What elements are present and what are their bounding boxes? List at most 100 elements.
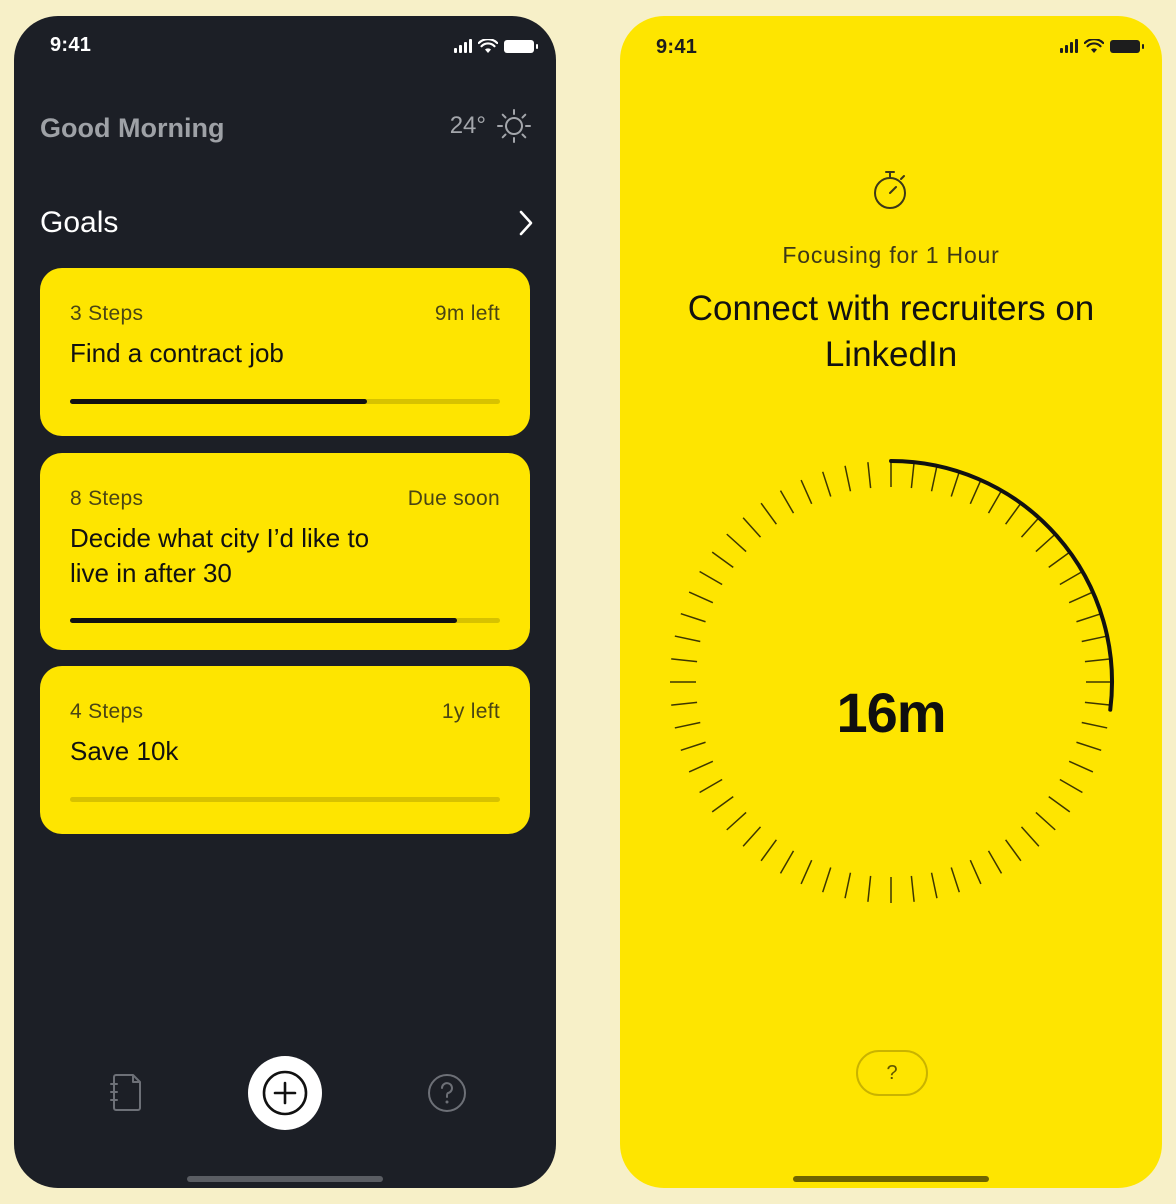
sun-icon	[497, 109, 531, 143]
help-button[interactable]: ?	[856, 1050, 928, 1096]
timer-tick	[726, 533, 747, 553]
timer-tick	[950, 471, 961, 497]
status-bar: 9:41	[620, 16, 1162, 76]
timer-tick	[726, 811, 747, 831]
status-icons	[454, 36, 538, 56]
goal-due: Due soon	[407, 487, 500, 510]
focus-duration-label: Focusing for 1 Hour	[782, 242, 1000, 268]
timer-tick	[1068, 591, 1094, 604]
timer-tick	[699, 570, 723, 586]
timer-tick	[867, 875, 872, 902]
goals-title: Goals	[40, 206, 119, 239]
goal-meta: 4 Steps 1y left	[70, 700, 500, 724]
timer-tick	[711, 551, 734, 568]
wifi-icon	[478, 38, 498, 53]
timer-tick	[779, 490, 795, 514]
timer-tick	[711, 796, 734, 813]
status-icons	[1060, 36, 1144, 56]
timer-tick	[969, 859, 982, 885]
home-indicator	[793, 1176, 989, 1182]
goal-steps: 3 Steps	[70, 302, 144, 325]
timer-tick	[1005, 502, 1022, 525]
timer-tick	[910, 462, 915, 489]
goal-progress-fill	[70, 618, 457, 623]
timer-tick	[1059, 570, 1083, 586]
signal-icon	[1060, 39, 1078, 53]
battery-icon	[504, 39, 538, 53]
timer-tick	[688, 591, 714, 604]
timer-tick	[987, 850, 1003, 874]
timer-tick	[674, 635, 701, 643]
chevron-right-icon[interactable]	[518, 209, 534, 237]
goal-steps: 8 Steps	[70, 487, 144, 510]
greeting: Good Morning	[40, 113, 225, 143]
notebook-icon[interactable]	[108, 1072, 144, 1112]
goal-progress-fill	[70, 399, 367, 404]
goal-card[interactable]: 8 Steps Due soon Decide what city I’d li…	[40, 453, 530, 650]
timer-tick	[1048, 796, 1071, 813]
timer-remaining-arc	[889, 459, 1114, 712]
timer-tick	[1076, 612, 1102, 623]
timer-tick	[1084, 658, 1111, 663]
status-time: 9:41	[50, 34, 92, 56]
home-screen: 9:41 Good Morning 24° Goals 3 Steps 9m l…	[14, 16, 556, 1188]
help-circle-icon[interactable]	[427, 1073, 467, 1113]
timer-tick	[760, 502, 777, 525]
goal-meta: 8 Steps Due soon	[70, 487, 500, 511]
goal-due: 9m left	[434, 302, 500, 325]
timer-tick	[1020, 517, 1040, 538]
goal-progress-bar	[70, 797, 500, 802]
goal-progress-bar	[70, 399, 500, 404]
goal-steps: 4 Steps	[70, 700, 144, 723]
timer-tick	[1020, 826, 1040, 847]
timer-tick	[950, 867, 961, 893]
goal-title: Save 10k	[70, 736, 179, 766]
timer-tick	[844, 872, 852, 899]
goal-card[interactable]: 3 Steps 9m left Find a contract job	[40, 268, 530, 436]
timer-tick	[821, 471, 832, 497]
goal-title: Decide what city I’d like to live in aft…	[70, 523, 370, 588]
timer-tick	[1035, 533, 1056, 553]
timer-tick	[867, 462, 872, 489]
timer-tick	[742, 826, 762, 847]
status-bar: 9:41	[14, 16, 556, 76]
timer-tick	[688, 760, 714, 773]
timer-tick	[987, 490, 1003, 514]
goals-header[interactable]: Goals	[40, 206, 534, 240]
goal-progress-bar	[70, 618, 500, 623]
timer-tick	[680, 612, 706, 623]
goal-meta: 3 Steps 9m left	[70, 302, 500, 326]
signal-icon	[454, 39, 472, 53]
bottom-nav	[14, 1056, 556, 1130]
timer-tick	[910, 875, 915, 902]
timer-tick	[1005, 839, 1022, 862]
goal-due: 1y left	[441, 700, 500, 723]
goal-title: Find a contract job	[70, 338, 284, 368]
weather: 24°	[450, 108, 532, 144]
timer-tick	[844, 465, 852, 492]
focus-screen: 9:41 Focusing for 1 Hour Connect with re…	[620, 16, 1162, 1188]
timer-tick	[821, 867, 832, 893]
timer-tick	[930, 465, 938, 492]
timer-tick	[800, 859, 813, 885]
timer-tick	[779, 850, 795, 874]
timer-tick	[760, 839, 777, 862]
home-indicator	[187, 1176, 383, 1182]
timer-tick	[742, 517, 762, 538]
add-circle-icon[interactable]	[248, 1056, 322, 1130]
timer-tick	[1081, 635, 1108, 643]
timer-tick	[1059, 778, 1083, 794]
timer-tick	[1035, 811, 1056, 831]
timer-tick	[1048, 551, 1071, 568]
timer-tick	[930, 872, 938, 899]
timer-tick	[671, 658, 698, 663]
goal-card[interactable]: 4 Steps 1y left Save 10k	[40, 666, 530, 834]
weather-temperature: 24°	[449, 112, 486, 139]
timer-remaining: 16m	[836, 681, 946, 744]
timer-tick	[969, 479, 982, 505]
timer-tick	[1068, 760, 1094, 773]
stopwatch-icon	[874, 171, 906, 209]
wifi-icon	[1084, 38, 1104, 53]
battery-icon	[1110, 39, 1144, 53]
timer-tick	[699, 778, 723, 794]
